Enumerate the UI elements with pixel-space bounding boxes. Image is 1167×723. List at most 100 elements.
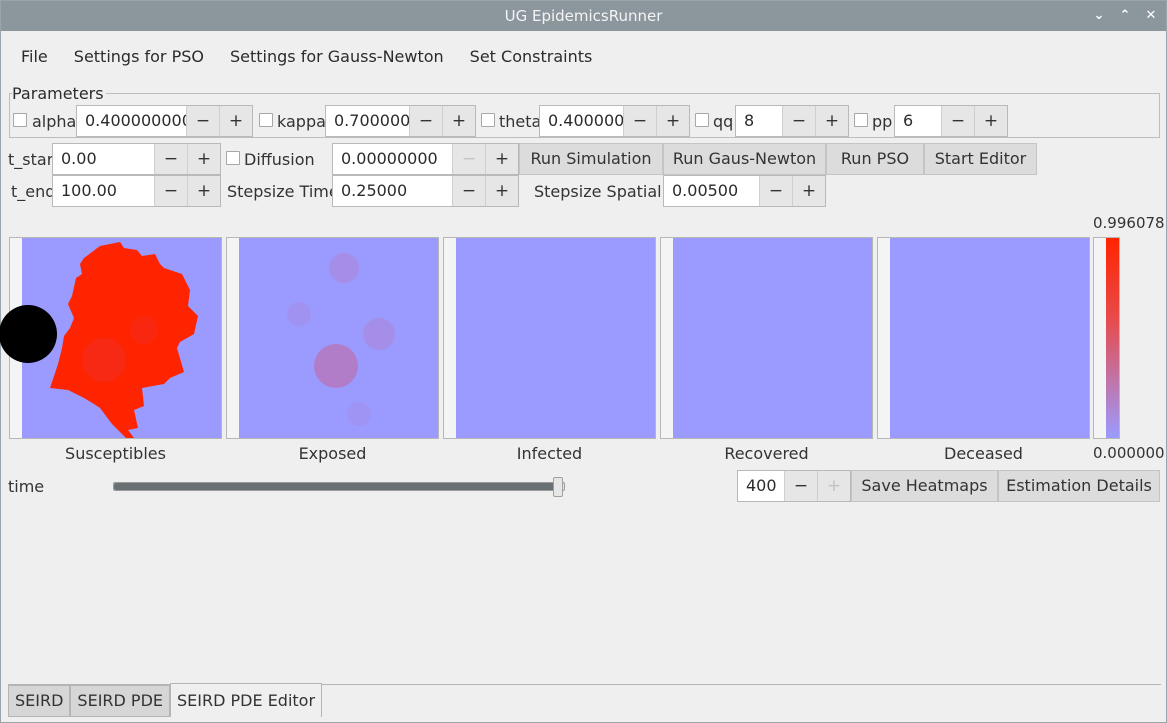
color-scale-bar	[1093, 237, 1120, 439]
time-step-decrement-button[interactable]: −	[784, 471, 817, 501]
chevron-down-icon[interactable]: ⌄	[1092, 8, 1106, 23]
stepsize-time-decrement-button[interactable]: −	[452, 176, 485, 206]
kappa-spinbox[interactable]: 0.700000 − +	[325, 105, 476, 137]
tab-seird[interactable]: SEIRD	[8, 685, 71, 717]
exposed-heatmap-image	[239, 238, 438, 438]
recovered-caption: Recovered	[724, 444, 809, 463]
scale-min-label: 0.000000	[1093, 444, 1165, 462]
save-heatmaps-button[interactable]: Save Heatmaps	[851, 470, 998, 502]
susceptibles-caption: Susceptibles	[65, 444, 166, 463]
kappa-label: kappa	[277, 112, 326, 131]
time-slider[interactable]	[113, 477, 565, 497]
t-start-decrement-button[interactable]: −	[154, 144, 187, 174]
menu-settings-gauss-newton[interactable]: Settings for Gauss-Newton	[217, 39, 457, 75]
pp-checkbox[interactable]	[854, 113, 868, 127]
diffusion-checkbox[interactable]	[226, 151, 240, 165]
menu-bar: File Settings for PSO Settings for Gauss…	[9, 39, 1160, 75]
time-slider-handle[interactable]	[553, 477, 563, 497]
diffusion-increment-button[interactable]: +	[485, 144, 518, 174]
run-gauss-newton-button[interactable]: Run Gaus-Newton	[663, 143, 826, 175]
kappa-increment-button[interactable]: +	[442, 106, 475, 136]
tab-seird-pde-editor[interactable]: SEIRD PDE Editor	[170, 683, 323, 717]
exposed-region	[287, 253, 395, 426]
stepsize-time-label: Stepsize Time	[227, 182, 339, 201]
exposed-heatmap[interactable]	[226, 237, 439, 439]
theta-increment-button[interactable]: +	[656, 106, 689, 136]
menu-set-constraints[interactable]: Set Constraints	[457, 39, 606, 75]
qq-increment-button[interactable]: +	[815, 106, 848, 136]
diffusion-spinbox[interactable]: 0.00000000 − +	[332, 143, 519, 175]
t-start-increment-button[interactable]: +	[187, 144, 220, 174]
t-end-increment-button[interactable]: +	[187, 176, 220, 206]
alpha-label: alpha	[32, 112, 77, 131]
theta-decrement-button[interactable]: −	[623, 106, 656, 136]
stepsize-time-value[interactable]: 0.25000	[333, 176, 452, 206]
window-title: UG EpidemicsRunner	[504, 7, 663, 25]
kappa-value[interactable]: 0.700000	[326, 106, 409, 136]
pp-label: pp	[872, 112, 893, 131]
tab-bar: SEIRD SEIRD PDE SEIRD PDE Editor	[8, 683, 323, 717]
pp-decrement-button[interactable]: −	[941, 106, 974, 136]
time-step-spinbox[interactable]: 400 − +	[737, 470, 851, 502]
alpha-spinbox[interactable]: 0.400000000 − +	[76, 105, 253, 137]
theta-checkbox[interactable]	[481, 113, 495, 127]
menu-file[interactable]: File	[9, 39, 61, 75]
qq-checkbox[interactable]	[695, 113, 709, 127]
stepsize-spatial-decrement-button[interactable]: −	[759, 176, 792, 206]
alpha-value[interactable]: 0.400000000	[77, 106, 186, 136]
theta-label: theta	[499, 112, 542, 131]
stepsize-spatial-label: Stepsize Spatial	[534, 182, 662, 201]
qq-decrement-button[interactable]: −	[782, 106, 815, 136]
start-editor-button[interactable]: Start Editor	[924, 143, 1037, 175]
time-step-increment-button[interactable]: +	[817, 471, 850, 501]
qq-spinbox[interactable]: 8 − +	[735, 105, 849, 137]
theta-spinbox[interactable]: 0.400000 − +	[539, 105, 690, 137]
scale-max-label: 0.996078	[1093, 214, 1165, 232]
time-slider-fill	[114, 483, 556, 490]
kappa-decrement-button[interactable]: −	[409, 106, 442, 136]
qq-value[interactable]: 8	[736, 106, 782, 136]
stepsize-time-spinbox[interactable]: 0.25000 − +	[332, 175, 519, 207]
diffusion-value[interactable]: 0.00000000	[333, 144, 452, 174]
stepsize-time-increment-button[interactable]: +	[485, 176, 518, 206]
t-end-spinbox[interactable]: 100.00 − +	[52, 175, 221, 207]
run-pso-button[interactable]: Run PSO	[826, 143, 924, 175]
infected-caption: Infected	[516, 444, 583, 463]
diffusion-decrement-button[interactable]: −	[452, 144, 485, 174]
time-step-value[interactable]: 400	[738, 471, 784, 501]
stepsize-spatial-spinbox[interactable]: 0.00500 − +	[663, 175, 826, 207]
cursor-marker	[0, 305, 57, 363]
alpha-decrement-button[interactable]: −	[186, 106, 219, 136]
alpha-increment-button[interactable]: +	[219, 106, 252, 136]
tab-seird-pde[interactable]: SEIRD PDE	[70, 685, 171, 717]
recovered-heatmap[interactable]	[660, 237, 873, 439]
pp-spinbox[interactable]: 6 − +	[894, 105, 1008, 137]
menu-settings-pso[interactable]: Settings for PSO	[61, 39, 217, 75]
infected-heatmap-image	[456, 238, 655, 438]
time-label: time	[8, 477, 45, 496]
color-scale-gradient	[1106, 238, 1119, 438]
alpha-checkbox[interactable]	[13, 113, 27, 127]
deceased-caption: Deceased	[944, 444, 1023, 463]
t-start-spinbox[interactable]: 0.00 − +	[52, 143, 221, 175]
t-end-decrement-button[interactable]: −	[154, 176, 187, 206]
close-icon[interactable]: ✕	[1144, 8, 1158, 23]
pp-value[interactable]: 6	[895, 106, 941, 136]
stepsize-spatial-increment-button[interactable]: +	[792, 176, 825, 206]
t-start-value[interactable]: 0.00	[53, 144, 154, 174]
infected-heatmap[interactable]	[443, 237, 656, 439]
title-bar: UG EpidemicsRunner ⌄ ⌃ ✕	[1, 1, 1166, 31]
chevron-up-icon[interactable]: ⌃	[1118, 8, 1132, 23]
t-end-value[interactable]: 100.00	[53, 176, 154, 206]
estimation-details-button[interactable]: Estimation Details	[998, 470, 1160, 502]
run-simulation-button[interactable]: Run Simulation	[519, 143, 663, 175]
theta-value[interactable]: 0.400000	[540, 106, 623, 136]
qq-label: qq	[713, 112, 734, 131]
pp-increment-button[interactable]: +	[974, 106, 1007, 136]
stepsize-spatial-value[interactable]: 0.00500	[664, 176, 759, 206]
kappa-checkbox[interactable]	[259, 113, 273, 127]
t-end-label: t_end	[11, 182, 56, 201]
parameters-group-title: Parameters	[12, 84, 106, 103]
recovered-heatmap-image	[673, 238, 872, 438]
deceased-heatmap[interactable]	[877, 237, 1090, 439]
